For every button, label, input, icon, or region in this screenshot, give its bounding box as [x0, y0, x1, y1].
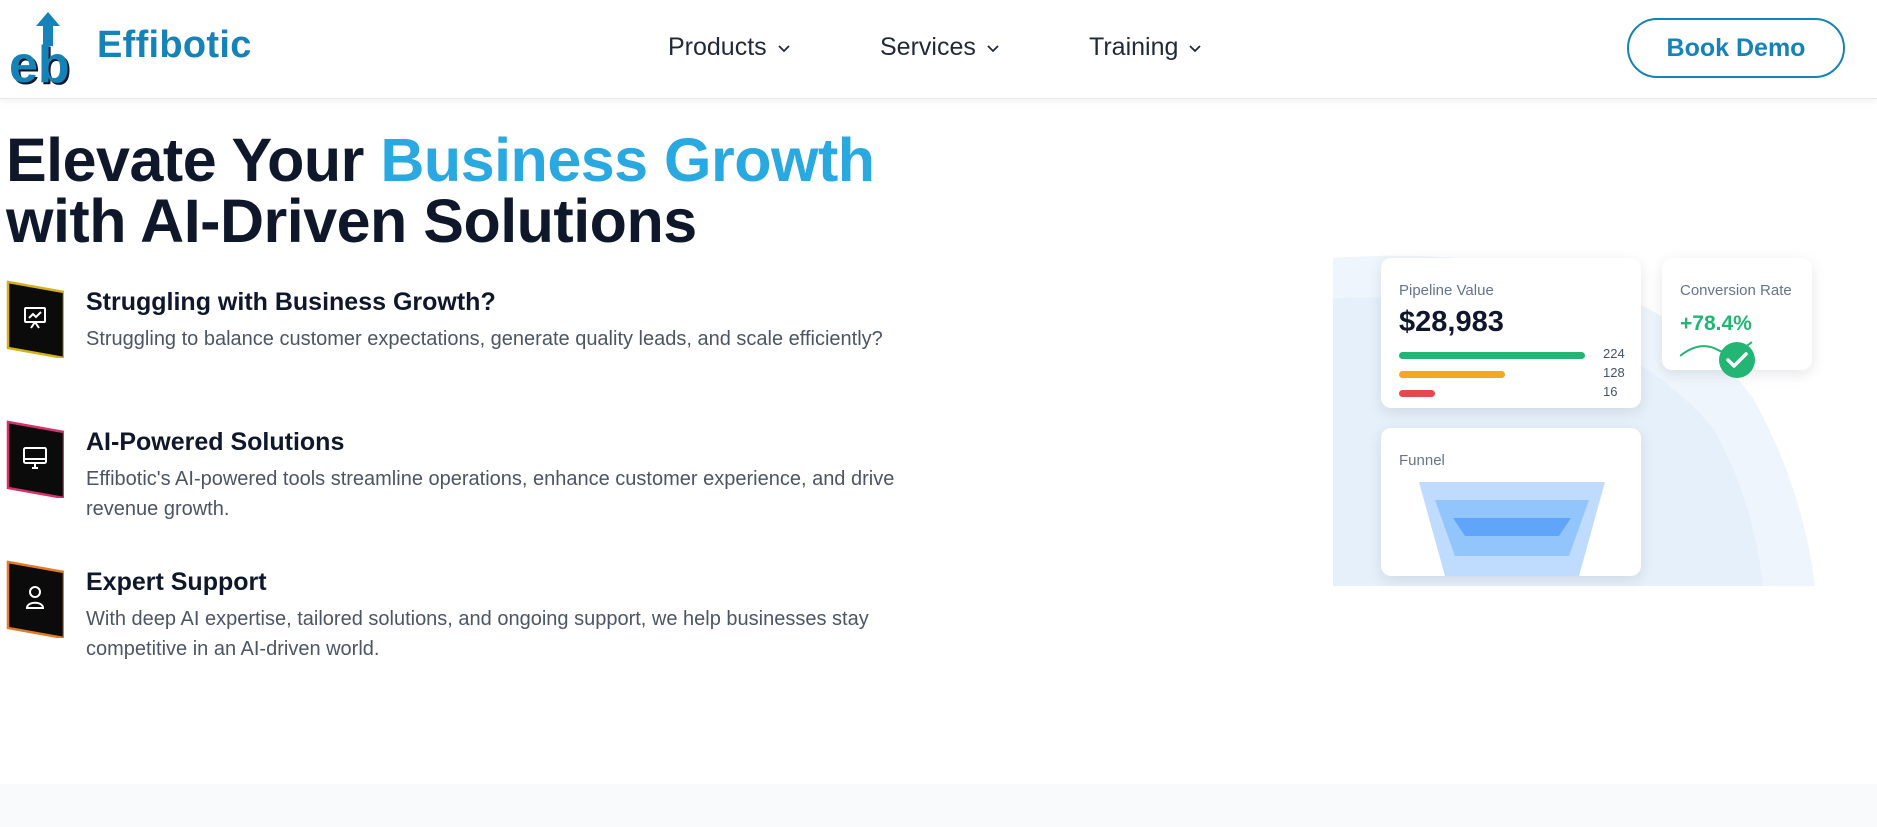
- hero-title-part2: with AI-Driven Solutions: [6, 187, 697, 255]
- pipeline-card: Pipeline Value $28,983 224 128 16: [1381, 258, 1641, 408]
- effibotic-logo-icon[interactable]: eb eb: [6, 10, 82, 88]
- conversion-card: Conversion Rate +78.4%: [1662, 258, 1812, 378]
- nav-training-label: Training: [1089, 33, 1179, 61]
- hero-title: Elevate Your Business Growth with AI-Dri…: [6, 130, 875, 252]
- check-circle-icon: [1719, 342, 1755, 378]
- pipeline-bar: [1399, 390, 1435, 397]
- book-demo-button[interactable]: Book Demo: [1627, 18, 1845, 78]
- next-section-band: [0, 784, 1877, 827]
- conversion-label: Conversion Rate: [1680, 282, 1792, 299]
- chevron-down-icon: [1189, 44, 1202, 52]
- nav-services-label: Services: [880, 33, 976, 61]
- funnel-stage-3: [1453, 518, 1571, 536]
- chevron-down-icon: [778, 44, 790, 52]
- site-header: eb eb Effibotic Products Services Traini…: [0, 0, 1877, 99]
- feature-title: Expert Support: [86, 568, 267, 596]
- feature-icon-frame: [6, 420, 64, 498]
- funnel-label: Funnel: [1399, 452, 1445, 469]
- nav-products[interactable]: Products: [668, 33, 791, 62]
- hero-title-accent: Business Growth: [380, 126, 875, 194]
- pipeline-bar-value: 16: [1603, 384, 1618, 399]
- pipeline-bar: [1399, 352, 1585, 359]
- feature-icon-frame: [6, 560, 64, 638]
- brand-name[interactable]: Effibotic: [97, 24, 252, 67]
- funnel-chart: [1419, 482, 1605, 576]
- nav-services[interactable]: Services: [880, 33, 1000, 62]
- nav-products-label: Products: [668, 33, 767, 61]
- pipeline-bar-value: 224: [1603, 346, 1625, 361]
- pipeline-bar: [1399, 371, 1505, 378]
- feature-description: Struggling to balance customer expectati…: [86, 328, 883, 350]
- feature-business-growth: Struggling with Business Growth? Struggl…: [6, 280, 906, 400]
- feature-description: Effibotic's AI-powered tools streamline …: [86, 468, 895, 520]
- feature-title: AI-Powered Solutions: [86, 428, 345, 456]
- nav-training[interactable]: Training: [1089, 33, 1202, 62]
- feature-title: Struggling with Business Growth?: [86, 288, 496, 316]
- feature-expert-support: Expert Support With deep AI expertise, t…: [6, 560, 906, 680]
- dashboard-illustration: Pipeline Value $28,983 224 128 16 Conver…: [1333, 248, 1823, 588]
- pipeline-label: Pipeline Value: [1399, 282, 1494, 299]
- pipeline-value: $28,983: [1399, 306, 1504, 338]
- chevron-down-icon: [987, 44, 999, 52]
- feature-ai-solutions: AI-Powered Solutions Effibotic's AI-powe…: [6, 420, 906, 540]
- hero-title-part1: Elevate Your: [6, 126, 381, 194]
- feature-icon-frame: [6, 280, 64, 358]
- pipeline-bar-value: 128: [1603, 365, 1625, 380]
- svg-text:eb: eb: [9, 36, 70, 88]
- feature-description: With deep AI expertise, tailored solutio…: [86, 608, 869, 660]
- funnel-card: Funnel: [1381, 428, 1641, 576]
